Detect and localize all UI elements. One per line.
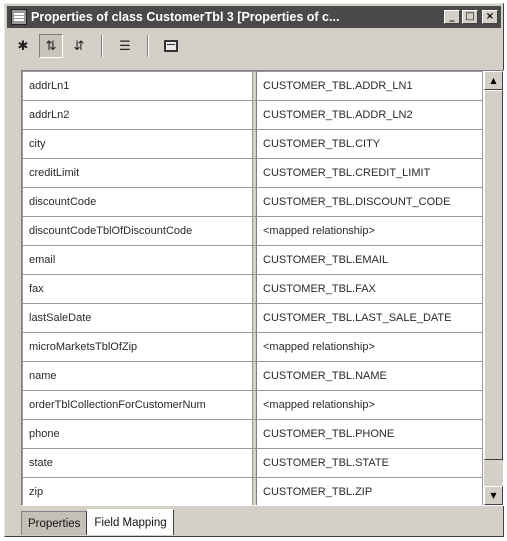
table-row[interactable]: addrLn1 CUSTOMER_TBL.ADDR_LN1 [22, 71, 483, 101]
property-value-cell[interactable]: <mapped relationship> [256, 216, 483, 246]
property-value-cell[interactable]: CUSTOMER_TBL.CITY [256, 129, 483, 159]
property-name-cell: state [22, 448, 253, 478]
property-name-cell: name [22, 361, 253, 391]
property-name-cell: creditLimit [22, 158, 253, 188]
property-name-cell: microMarketsTblOfZip [22, 332, 253, 362]
property-name-cell: email [22, 245, 253, 275]
table-row[interactable]: addrLn2 CUSTOMER_TBL.ADDR_LN2 [22, 100, 483, 130]
sort-category-icon[interactable]: ⇵ [67, 34, 91, 58]
table-row[interactable]: discountCodeTblOfDiscountCode <mapped rel… [22, 216, 483, 246]
maximize-button[interactable]: □ [462, 10, 478, 24]
property-name-cell: discountCodeTblOfDiscountCode [22, 216, 253, 246]
window-title: Properties of class CustomerTbl 3 [Prope… [31, 10, 340, 24]
property-name-cell: lastSaleDate [22, 303, 253, 333]
window-controls: _ □ × [444, 10, 498, 24]
toolbar: ✱ ⇅ ⇵ ☰ [11, 31, 497, 61]
property-value-cell[interactable]: CUSTOMER_TBL.NAME [256, 361, 483, 391]
property-value-cell[interactable]: CUSTOMER_TBL.ADDR_LN2 [256, 100, 483, 130]
properties-window: Properties of class CustomerTbl 3 [Prope… [4, 3, 504, 537]
table-row[interactable]: email CUSTOMER_TBL.EMAIL [22, 245, 483, 275]
table-row[interactable]: creditLimit CUSTOMER_TBL.CREDIT_LIMIT [22, 158, 483, 188]
table-row[interactable]: orderTblCollectionForCustomerNum <mapped … [22, 390, 483, 420]
sort-ascending-icon[interactable]: ⇅ [39, 34, 63, 58]
vertical-scrollbar[interactable]: ▲ ▼ [484, 71, 503, 505]
table-row[interactable]: state CUSTOMER_TBL.STATE [22, 448, 483, 478]
scroll-up-icon[interactable]: ▲ [484, 71, 503, 90]
property-value-cell[interactable]: CUSTOMER_TBL.DISCOUNT_CODE [256, 187, 483, 217]
scroll-thumb[interactable] [484, 90, 503, 460]
title-bar[interactable]: Properties of class CustomerTbl 3 [Prope… [7, 6, 501, 28]
pin-icon[interactable]: ✱ [11, 34, 35, 58]
property-name-cell: addrLn1 [22, 71, 253, 101]
property-value-cell[interactable]: CUSTOMER_TBL.ZIP [256, 477, 483, 505]
tab-field-mapping[interactable]: Field Mapping [87, 509, 174, 535]
property-value-cell[interactable]: CUSTOMER_TBL.FAX [256, 274, 483, 304]
property-value-cell[interactable]: CUSTOMER_TBL.LAST_SALE_DATE [256, 303, 483, 333]
property-value-cell[interactable]: <mapped relationship> [256, 332, 483, 362]
table-row[interactable]: phone CUSTOMER_TBL.PHONE [22, 419, 483, 449]
property-value-cell[interactable]: CUSTOMER_TBL.STATE [256, 448, 483, 478]
property-name-cell: discountCode [22, 187, 253, 217]
table-row[interactable]: microMarketsTblOfZip <mapped relationship… [22, 332, 483, 362]
property-value-cell[interactable]: CUSTOMER_TBL.EMAIL [256, 245, 483, 275]
property-name-cell: zip [22, 477, 253, 505]
property-name-cell: addrLn2 [22, 100, 253, 130]
property-value-cell[interactable]: <mapped relationship> [256, 390, 483, 420]
scroll-down-icon[interactable]: ▼ [484, 486, 503, 505]
frame-icon[interactable] [159, 34, 183, 58]
property-name-cell: city [22, 129, 253, 159]
property-table: addrLn1 CUSTOMER_TBL.ADDR_LN1 addrLn2 CUSTO… [22, 71, 483, 505]
toolbar-separator [101, 35, 103, 57]
tab-properties[interactable]: Properties [21, 511, 88, 535]
tab-bar: Properties Field Mapping [21, 509, 174, 535]
property-sheet: addrLn1 CUSTOMER_TBL.ADDR_LN1 addrLn2 CUSTO… [21, 70, 504, 506]
property-value-cell[interactable]: CUSTOMER_TBL.ADDR_LN1 [256, 71, 483, 101]
table-row[interactable]: fax CUSTOMER_TBL.FAX [22, 274, 483, 304]
property-name-cell: fax [22, 274, 253, 304]
close-button[interactable]: × [482, 10, 498, 24]
filter-list-icon[interactable]: ☰ [113, 34, 137, 58]
minimize-button[interactable]: _ [444, 10, 460, 24]
properties-window-icon [11, 9, 27, 25]
toolbar-separator [147, 35, 149, 57]
property-name-cell: orderTblCollectionForCustomerNum [22, 390, 253, 420]
table-row[interactable]: zip CUSTOMER_TBL.ZIP [22, 477, 483, 505]
table-row[interactable]: city CUSTOMER_TBL.CITY [22, 129, 483, 159]
property-name-cell: phone [22, 419, 253, 449]
table-row[interactable]: name CUSTOMER_TBL.NAME [22, 361, 483, 391]
property-value-cell[interactable]: CUSTOMER_TBL.CREDIT_LIMIT [256, 158, 483, 188]
table-row[interactable]: discountCode CUSTOMER_TBL.DISCOUNT_CODE [22, 187, 483, 217]
property-value-cell[interactable]: CUSTOMER_TBL.PHONE [256, 419, 483, 449]
table-row[interactable]: lastSaleDate CUSTOMER_TBL.LAST_SALE_DATE [22, 303, 483, 333]
